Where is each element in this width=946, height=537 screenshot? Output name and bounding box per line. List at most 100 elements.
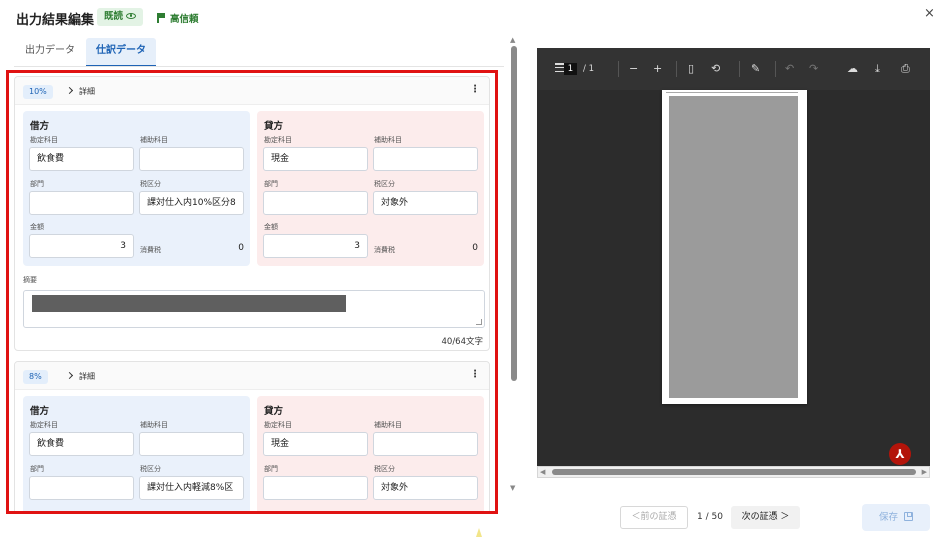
kebab-menu-icon[interactable]: ⋮ [470, 85, 480, 97]
page-number-input[interactable]: 1 [564, 63, 577, 75]
vertical-scrollbar[interactable]: ▲ ▼ [509, 36, 519, 496]
dialog-title: 出力結果編集 [16, 13, 95, 28]
sub-account-label: 補助科目 [140, 136, 168, 144]
redacted-receipt-image [669, 96, 798, 398]
detail-toggle[interactable]: 詳細 [65, 86, 95, 97]
debit-sub-account-field[interactable] [139, 432, 244, 456]
download-button[interactable]: ⤓ [875, 62, 880, 76]
credit-consumption-tax-value: 0 [472, 243, 478, 253]
read-status-label: 既読 [104, 11, 124, 22]
toolbar-divider [739, 61, 740, 77]
debit-dept-field[interactable] [29, 476, 134, 500]
pdf-page [662, 90, 807, 404]
debit-tax-class-field[interactable]: 課対仕入内軽減8%区 [139, 476, 244, 500]
page-total: / 1 [583, 64, 594, 74]
dept-label: 部門 [264, 180, 278, 188]
chevron-right-icon [65, 371, 74, 380]
sub-account-label: 補助科目 [140, 421, 168, 429]
next-voucher-button[interactable]: 次の証憑 ＞ [731, 506, 800, 529]
amount-label: 金額 [264, 223, 278, 231]
prev-voucher-button[interactable]: ＜前の証憑 [620, 506, 688, 529]
credit-dept-field[interactable] [263, 476, 368, 500]
credit-section: 貸方 勘定科目 補助科目 現金 部門 税区分 対象外 [257, 396, 484, 512]
debit-heading: 借方 [30, 121, 50, 132]
toolbar-divider [676, 61, 677, 77]
debit-amount-field[interactable]: 3 [29, 234, 134, 258]
credit-dept-field[interactable] [263, 191, 368, 215]
zoom-in-button[interactable]: + [653, 62, 662, 76]
tab-divider [14, 66, 504, 67]
pdf-viewer: 1 / 1 − + ▯ ⟲ ✎ ↶ ↷ ☁ ⤓ ⎙ ⅄ [537, 48, 930, 478]
debit-section: 借方 勘定科目 補助科目 飲食費 部門 税区分 課対仕入内軽減8%区 [23, 396, 250, 512]
menu-icon[interactable] [555, 63, 564, 74]
credit-heading: 貸方 [264, 406, 284, 417]
memo-textarea[interactable] [23, 290, 485, 328]
scrollbar-thumb[interactable] [511, 46, 517, 381]
flag-icon [157, 13, 165, 23]
save-button[interactable]: 保存 [862, 504, 930, 531]
journal-entry-card: 10% 詳細 ⋮ 借方 勘定科目 補助科目 飲食費 部門 税区分 課対仕入内10… [14, 76, 490, 351]
acrobat-icon: ⅄ [889, 443, 911, 465]
confidence-badge: 高信頼 [157, 11, 199, 25]
credit-sub-account-field[interactable] [373, 432, 478, 456]
print-button[interactable]: ⎙ [901, 62, 910, 76]
tab-journal-data[interactable]: 仕訳データ [86, 38, 156, 67]
close-button[interactable]: × [924, 6, 935, 21]
consumption-tax-label: 消費税 [140, 246, 161, 254]
toolbar-divider [775, 61, 776, 77]
read-status-badge: 既読 [97, 8, 144, 26]
credit-tax-class-field[interactable]: 対象外 [373, 191, 478, 215]
dept-label: 部門 [264, 465, 278, 473]
rotate-icon[interactable]: ⟲ [711, 62, 720, 76]
credit-tax-class-field[interactable]: 対象外 [373, 476, 478, 500]
account-label: 勘定科目 [30, 136, 58, 144]
detail-label: 詳細 [79, 87, 95, 96]
sub-account-label: 補助科目 [374, 421, 402, 429]
entry-header: 8% 詳細 ⋮ [15, 362, 489, 390]
credit-sub-account-field[interactable] [373, 147, 478, 171]
journal-entry-card: 8% 詳細 ⋮ 借方 勘定科目 補助科目 飲食費 部門 税区分 課対仕入内軽減8… [14, 361, 490, 512]
credit-account-field[interactable]: 現金 [263, 432, 368, 456]
save-icon [904, 512, 913, 521]
memo-char-counter: 40/64文字 [441, 337, 484, 347]
tax-class-label: 税区分 [374, 180, 395, 188]
scroll-right-icon[interactable]: ▶ [922, 467, 927, 477]
credit-amount-field[interactable]: 3 [263, 234, 368, 258]
resize-grip-icon[interactable] [476, 319, 482, 325]
tax-class-label: 税区分 [140, 465, 161, 473]
save-label: 保存 [878, 512, 898, 523]
tax-rate-badge: 10% [23, 85, 53, 99]
eye-icon [126, 12, 137, 19]
horizontal-scrollbar[interactable]: ◀ ▶ [537, 466, 930, 478]
confidence-label: 高信頼 [170, 14, 199, 25]
debit-tax-class-field[interactable]: 課対仕入内10%区分8 [139, 191, 244, 215]
credit-account-field[interactable]: 現金 [263, 147, 368, 171]
consumption-tax-label: 消費税 [374, 246, 395, 254]
redo-button[interactable]: ↷ [809, 62, 818, 76]
journal-entries-list[interactable]: 10% 詳細 ⋮ 借方 勘定科目 補助科目 飲食費 部門 税区分 課対仕入内10… [8, 72, 496, 512]
debit-consumption-tax-value: 0 [238, 243, 244, 253]
scroll-up-icon[interactable]: ▲ [510, 36, 515, 44]
tab-output-data[interactable]: 出力データ [14, 38, 86, 67]
credit-heading: 貸方 [264, 121, 284, 132]
debit-sub-account-field[interactable] [139, 147, 244, 171]
kebab-menu-icon[interactable]: ⋮ [470, 370, 480, 382]
scroll-left-icon[interactable]: ◀ [540, 467, 545, 477]
detail-toggle[interactable]: 詳細 [65, 371, 95, 382]
account-label: 勘定科目 [264, 421, 292, 429]
scrollbar-thumb[interactable] [552, 469, 916, 475]
fit-page-icon[interactable]: ▯ [688, 62, 694, 76]
debit-account-field[interactable]: 飲食費 [29, 432, 134, 456]
dept-label: 部門 [30, 180, 44, 188]
scroll-down-icon[interactable]: ▼ [510, 484, 515, 492]
debit-account-field[interactable]: 飲食費 [29, 147, 134, 171]
undo-button[interactable]: ↶ [785, 62, 794, 76]
add-to-drive-icon[interactable]: ☁ [847, 62, 858, 76]
zoom-out-button[interactable]: − [629, 62, 638, 76]
chevron-right-icon [65, 86, 74, 95]
page-header-line [666, 92, 798, 95]
sub-account-label: 補助科目 [374, 136, 402, 144]
debit-section: 借方 勘定科目 補助科目 飲食費 部門 税区分 課対仕入内10%区分8 金額 3… [23, 111, 250, 266]
draw-icon[interactable]: ✎ [751, 62, 760, 76]
debit-dept-field[interactable] [29, 191, 134, 215]
